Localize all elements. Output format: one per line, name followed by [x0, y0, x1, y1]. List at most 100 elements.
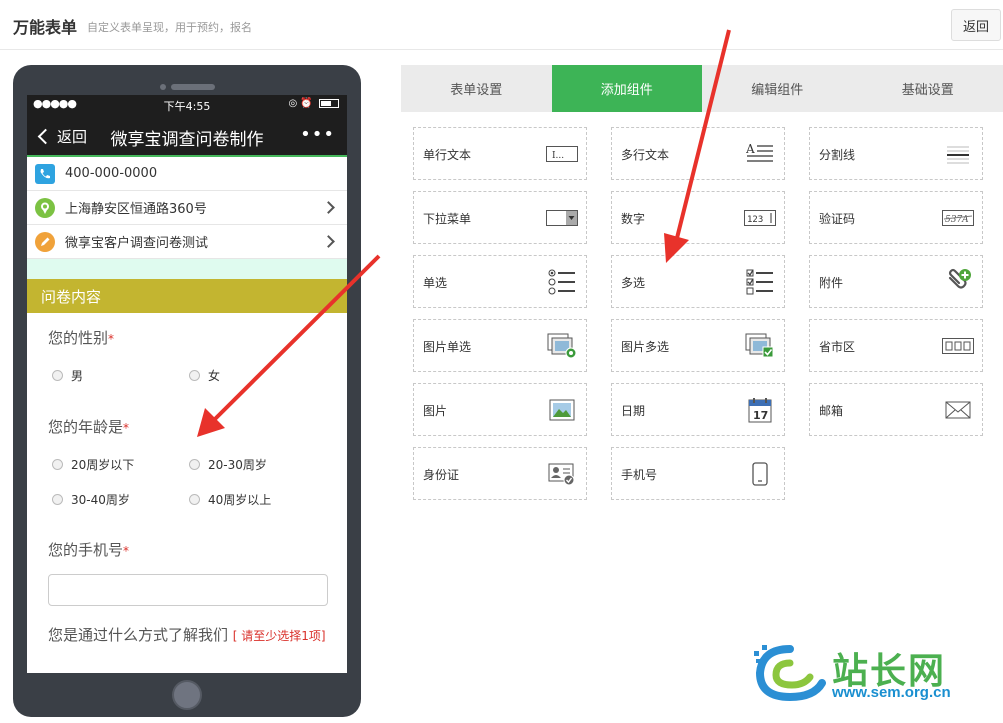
- tab-basic-settings[interactable]: 基础设置: [853, 65, 1003, 112]
- email-icon: [942, 396, 974, 424]
- page-header: 万能表单 自定义表单呈现，用于预约，报名 返回: [0, 0, 1003, 50]
- component-label: 下拉菜单: [423, 212, 472, 226]
- component-divider[interactable]: 分割线: [809, 127, 983, 180]
- status-bar: ●●●●● 下午4:55 ◎ ⏰: [27, 95, 347, 115]
- component-email[interactable]: 邮箱: [809, 383, 983, 436]
- option-label: 女: [208, 369, 221, 383]
- component-label: 多行文本: [621, 148, 670, 162]
- radio-option[interactable]: 20周岁以下: [52, 456, 134, 473]
- page-title: 万能表单: [13, 18, 78, 37]
- component-label: 日期: [621, 404, 646, 418]
- lock-rotation-icon: ◎: [288, 98, 298, 109]
- question-label: 您的年龄是: [48, 418, 124, 436]
- phone-camera: [160, 84, 166, 90]
- contact-address: 上海静安区恒通路360号: [65, 202, 207, 217]
- question-hint: [ 请至少选择1项]: [232, 629, 326, 643]
- alarm-icon: ⏰: [300, 98, 313, 109]
- radio-option[interactable]: 男: [52, 367, 83, 384]
- phone-number-input[interactable]: [48, 574, 328, 606]
- radio-button[interactable]: [52, 370, 63, 381]
- component-date[interactable]: 日期 17: [611, 383, 785, 436]
- component-single-choice[interactable]: 单选: [413, 255, 587, 308]
- chevron-right-icon: [322, 235, 335, 248]
- home-button[interactable]: [172, 680, 202, 710]
- svg-text:I...: I...: [552, 151, 564, 161]
- spacer-band: [27, 259, 347, 279]
- option-label: 男: [71, 369, 84, 383]
- option-label: 20周岁以下: [71, 458, 135, 472]
- status-icons: ◎ ⏰: [288, 98, 339, 109]
- component-multi-line-text[interactable]: 多行文本 A: [611, 127, 785, 180]
- multi-line-text-icon: A: [744, 140, 776, 168]
- component-image-single-choice[interactable]: 图片单选: [413, 319, 587, 372]
- attachment-icon: [942, 268, 974, 296]
- option-label: 30-40周岁: [71, 493, 130, 507]
- multi-choice-icon: [744, 268, 776, 296]
- tab-edit-component[interactable]: 编辑组件: [702, 65, 853, 112]
- watermark-url: www.sem.org.cn: [832, 684, 951, 701]
- captcha-icon: 537A: [942, 204, 974, 232]
- section-header: 问卷内容: [27, 279, 347, 313]
- phone-preview: ●●●●● 下午4:55 ◎ ⏰ 返回 微享宝调查问卷制作 ••• 400-00…: [13, 65, 361, 717]
- component-number[interactable]: 数字 123: [611, 191, 785, 244]
- info-row-address[interactable]: 上海静安区恒通路360号: [27, 191, 347, 225]
- component-label: 分割线: [819, 148, 856, 162]
- radio-option[interactable]: 40周岁以上: [189, 491, 271, 508]
- tab-bar: 表单设置 添加组件 编辑组件 基础设置: [401, 65, 1003, 112]
- required-mark: *: [123, 544, 130, 558]
- more-icon[interactable]: •••: [300, 124, 335, 145]
- id-card-icon: [546, 460, 578, 488]
- question-age: 您的年龄是*: [27, 416, 129, 437]
- component-region[interactable]: 省市区: [809, 319, 983, 372]
- component-label: 数字: [621, 212, 646, 226]
- back-button[interactable]: 返回: [951, 9, 1001, 41]
- svg-text:17: 17: [753, 409, 768, 422]
- pencil-icon: [35, 231, 55, 252]
- survey-form: 您的性别 * 男 女 您的年龄是* 20周岁以下 20-30周岁 30-40周岁 …: [27, 313, 347, 673]
- component-attachment[interactable]: 附件: [809, 255, 983, 308]
- survey-name: 微享宝客户调查问卷测试: [65, 236, 209, 251]
- component-label: 验证码: [819, 212, 856, 226]
- radio-option[interactable]: 30-40周岁: [52, 491, 130, 508]
- radio-button[interactable]: [189, 494, 200, 505]
- component-mobile-number[interactable]: 手机号: [611, 447, 785, 500]
- component-dropdown[interactable]: 下拉菜单: [413, 191, 587, 244]
- tab-add-component[interactable]: 添加组件: [551, 65, 702, 112]
- question-label: 您是通过什么方式了解我们: [48, 626, 229, 644]
- question-label: 您的性别: [48, 329, 109, 347]
- image-multi-choice-icon: [744, 332, 776, 360]
- page-subtitle: 自定义表单呈现，用于预约，报名: [87, 21, 252, 34]
- radio-button[interactable]: [52, 494, 63, 505]
- component-multi-choice[interactable]: 多选: [611, 255, 785, 308]
- component-single-line-text[interactable]: 单行文本 I...: [413, 127, 587, 180]
- question-phone: 您的手机号*: [27, 539, 129, 560]
- radio-button[interactable]: [189, 459, 200, 470]
- image-icon: [546, 396, 578, 424]
- component-captcha[interactable]: 验证码 537A: [809, 191, 983, 244]
- calendar-icon: 17: [744, 396, 776, 424]
- component-label: 单行文本: [423, 148, 472, 162]
- tab-form-settings[interactable]: 表单设置: [401, 65, 552, 112]
- radio-option[interactable]: 20-30周岁: [189, 456, 267, 473]
- number-icon: 123: [744, 204, 776, 232]
- svg-text:123: 123: [747, 215, 763, 225]
- component-label: 手机号: [621, 468, 658, 482]
- mobile-nav-bar: 返回 微享宝调查问卷制作 •••: [27, 115, 347, 157]
- radio-button[interactable]: [189, 370, 200, 381]
- component-label: 邮箱: [819, 404, 844, 418]
- component-label: 省市区: [819, 340, 856, 354]
- component-image-multi-choice[interactable]: 图片多选: [611, 319, 785, 372]
- phone-screen: ●●●●● 下午4:55 ◎ ⏰ 返回 微享宝调查问卷制作 ••• 400-00…: [27, 95, 347, 673]
- divider-icon: [942, 140, 974, 168]
- section-title: 问卷内容: [41, 287, 102, 306]
- option-label: 40周岁以上: [208, 493, 272, 507]
- info-row-phone[interactable]: 400-000-0000: [27, 157, 347, 191]
- info-row-survey[interactable]: 微享宝客户调查问卷测试: [27, 225, 347, 259]
- component-id-card[interactable]: 身份证: [413, 447, 587, 500]
- component-label: 多选: [621, 276, 646, 290]
- option-label: 20-30周岁: [208, 458, 267, 472]
- component-image[interactable]: 图片: [413, 383, 587, 436]
- radio-option[interactable]: 女: [189, 367, 220, 384]
- radio-button[interactable]: [52, 459, 63, 470]
- phone-icon: [35, 163, 55, 184]
